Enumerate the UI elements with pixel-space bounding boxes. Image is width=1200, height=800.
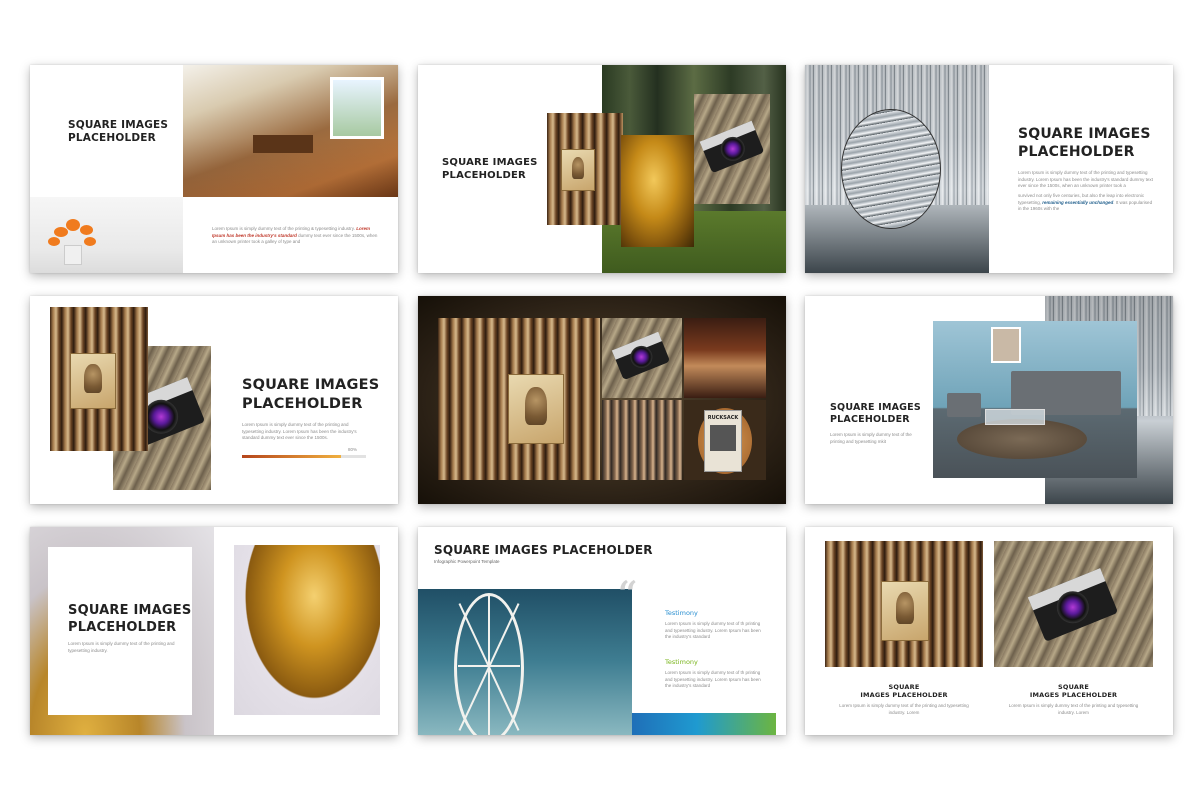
gold-statue-photo (234, 545, 380, 715)
slide-title: SQUARE IMAGES PLACEHOLDER (442, 157, 538, 181)
slide-title: SQUARE IMAGES PLACEHOLDER (1018, 126, 1151, 160)
caption-1-body: Lorem Ipsum is simply dummy text of the … (839, 703, 969, 715)
file-drawers-photo (825, 541, 983, 667)
slide-9: SQUARE IMAGES PLACEHOLDER Lorem Ipsum is… (805, 527, 1173, 735)
camera-photo (602, 318, 682, 398)
gradient-strip (632, 713, 776, 735)
files-photo (805, 65, 989, 273)
title-card: SQUARE IMAGES PLACEHOLDER Lorem Ipsum is… (48, 547, 192, 715)
ferris-wheel-photo (418, 589, 632, 735)
slide-body: Lorem Ipsum is simply dummy text of the … (830, 432, 912, 444)
kitchen-photo (183, 65, 398, 197)
caption-1-title: SQUARE IMAGES PLACEHOLDER (860, 683, 948, 699)
slide-6: SQUARE IMAGES PLACEHOLDER Lorem Ipsum is… (805, 296, 1173, 504)
slide-subtitle: Infographic Powerpoint Template (434, 559, 500, 564)
living-room-photo (933, 321, 1137, 478)
slide-title: SQUARE IMAGES PLACEHOLDER (434, 543, 653, 557)
slide-title: SQUARE IMAGES PLACEHOLDER (242, 377, 380, 412)
slide-8: SQUARE IMAGES PLACEHOLDER Infographic Po… (418, 527, 786, 735)
file-drawers-photo (547, 113, 623, 225)
progress-label: 80% (348, 447, 358, 452)
progress-track (242, 455, 366, 458)
slide-7: SQUARE IMAGES PLACEHOLDER Lorem Ipsum is… (30, 527, 398, 735)
flowers-photo (30, 197, 183, 273)
gold-statue-photo (621, 135, 694, 247)
testimony-2-body: Lorem Ipsum is simply dummy text of th p… (665, 670, 761, 689)
camera-photo (994, 541, 1153, 667)
crowd-photo (602, 400, 682, 480)
slide-body-2: survived not only five centuries, but al… (1018, 193, 1153, 212)
slide-1: SQUARE IMAGES PLACEHOLDER Lorem Ipsum is… (30, 65, 398, 273)
file-drawers-photo (50, 307, 148, 451)
testimony-1-body: Lorem Ipsum is simply dummy text of th p… (665, 621, 761, 640)
slide-5: RUCKSACK (418, 296, 786, 504)
hangers-photo (684, 318, 766, 398)
slide-2: SQUARE IMAGES PLACEHOLDER (418, 65, 786, 273)
quote-icon: “ (618, 574, 638, 614)
file-drawers-photo (438, 318, 600, 480)
caption-2-body: Lorem Ipsum is simply dummy text of the … (1008, 703, 1139, 715)
progress-fill (242, 455, 342, 458)
slide-title: SQUARE IMAGES PLACEHOLDER (68, 603, 192, 635)
rucksack-book-photo: RUCKSACK (684, 400, 766, 480)
slide-4: SQUARE IMAGES PLACEHOLDER Lorem Ipsum is… (30, 296, 398, 504)
slide-body: Lorem Ipsum is simply dummy text of the … (212, 226, 378, 245)
slide-3: SQUARE IMAGES PLACEHOLDER Lorem Ipsum is… (805, 65, 1173, 273)
camera-photo (694, 94, 770, 204)
slide-body-1: Lorem Ipsum is simply dummy text of the … (1018, 170, 1153, 189)
caption-2-title: SQUARE IMAGES PLACEHOLDER (1029, 683, 1118, 699)
slide-body: Lorem Ipsum is simply dummy text of the … (68, 641, 175, 653)
testimony-2-title: Testimony (665, 658, 698, 666)
book-title: RUCKSACK (707, 415, 739, 421)
testimony-1-title: Testimony (665, 609, 698, 617)
circle-crop-photo (841, 109, 941, 229)
slide-title: SQUARE IMAGES PLACEHOLDER (830, 402, 921, 425)
slide-body: Lorem Ipsum is simply dummy text of the … (242, 422, 357, 441)
slide-title: SQUARE IMAGES PLACEHOLDER (68, 119, 169, 144)
